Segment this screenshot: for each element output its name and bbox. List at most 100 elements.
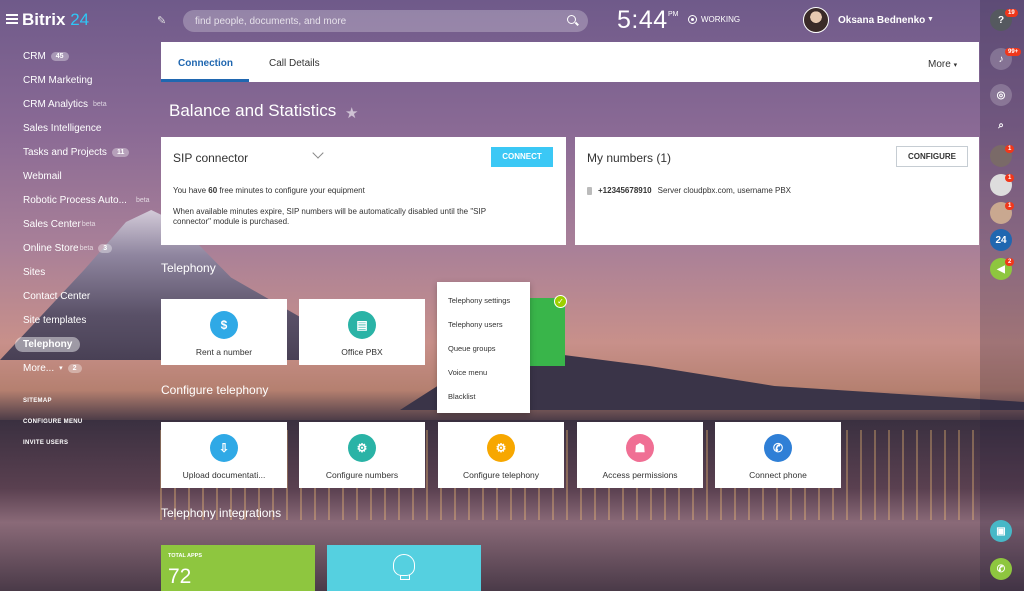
- phone-dollar-icon: $: [210, 311, 238, 339]
- total-apps-count: 72: [168, 565, 192, 588]
- total-apps-label: TOTAL APPS: [168, 553, 203, 559]
- invite-users-link[interactable]: INVITE USERS: [23, 440, 68, 446]
- count-badge: 45: [50, 51, 69, 61]
- phone-number-row: +12345678910 Server cloudpbx.com, userna…: [587, 186, 791, 195]
- sidebar-item-crm-analytics[interactable]: CRM Analytics beta: [23, 97, 107, 111]
- tab-call-details[interactable]: Call Details: [269, 58, 320, 69]
- sidebar-item-online-store[interactable]: Online Store beta 3: [23, 241, 113, 255]
- free-minutes-text: You have 60 free minutes to configure yo…: [173, 186, 365, 195]
- lightbulb-icon: [393, 554, 415, 580]
- sidebar-item-sites[interactable]: Sites: [23, 265, 45, 279]
- server-info: Server cloudpbx.com, username PBX: [657, 186, 792, 195]
- menu-item-queue-groups[interactable]: Queue groups: [448, 344, 496, 353]
- right-rail: ? ♪ ◎ ⌕ 24 ◀ ▣ ✆: [980, 0, 1024, 591]
- sidebar-item-crm[interactable]: CRM 45: [23, 49, 69, 63]
- caret-down-icon[interactable]: ▼: [927, 16, 934, 23]
- integrations-section-title: Telephony integrations: [161, 506, 282, 520]
- phone-icon[interactable]: ✆: [990, 558, 1012, 580]
- my-numbers-card: My numbers (1) CONFIGURE +12345678910 Se…: [575, 137, 979, 245]
- app-logo[interactable]: Bitrix 24: [22, 10, 89, 30]
- top-bar: Bitrix 24 ✎ 5:44 PM WORKING Oksana Bedne…: [0, 0, 1024, 42]
- hamburger-menu-icon[interactable]: [6, 14, 18, 24]
- clock-time[interactable]: 5:44: [617, 6, 668, 35]
- sidebar-item-crm-marketing[interactable]: CRM Marketing: [23, 73, 92, 87]
- pbx-icon: ▤: [348, 311, 376, 339]
- configure-section-title: Configure telephony: [161, 383, 269, 397]
- sip-connector-title[interactable]: SIP connector: [173, 151, 248, 165]
- tile-label: Rent a number: [195, 347, 253, 357]
- sidebar-item-more[interactable]: More... ▾ 2: [23, 361, 82, 375]
- phone-small-icon: [587, 186, 592, 195]
- work-status[interactable]: WORKING: [688, 15, 740, 24]
- notifications-badge: 99+: [1005, 48, 1022, 56]
- sidebar-item-telephony[interactable]: Telephony: [15, 337, 81, 352]
- active-tab-indicator: [161, 79, 249, 82]
- sidebar-item-sales-center[interactable]: Sales Center beta: [23, 217, 95, 231]
- gear-phone-icon: ⚙: [348, 434, 376, 462]
- check-icon: ✓: [554, 295, 567, 308]
- tabs-bar: Connection Call Details More ▾: [161, 42, 979, 82]
- menu-item-telephony-settings[interactable]: Telephony settings: [448, 296, 510, 305]
- total-apps-tile[interactable]: TOTAL APPS 72: [161, 545, 315, 591]
- menu-item-blacklist[interactable]: Blacklist: [448, 392, 476, 401]
- sidebar-item-site-templates[interactable]: Site templates: [23, 313, 86, 327]
- clock-ampm: PM: [668, 11, 679, 18]
- office-pbx-tile[interactable]: ▤ Office PBX: [299, 299, 425, 365]
- tile-label: Upload documentati...: [182, 470, 266, 480]
- star-icon[interactable]: ★: [345, 104, 358, 122]
- sidebar-item-rpa[interactable]: Robotic Process Auto... beta: [23, 193, 150, 207]
- pencil-icon[interactable]: ✎: [157, 14, 166, 27]
- user-avatar[interactable]: [803, 7, 829, 33]
- upload-icon: ⇩: [210, 434, 238, 462]
- configure-menu-link[interactable]: CONFIGURE MENU: [23, 419, 83, 425]
- rent-number-tile[interactable]: $ Rent a number: [161, 299, 287, 365]
- configure-telephony-tile[interactable]: ⚙ Configure telephony: [438, 422, 564, 488]
- page-title: Balance and Statistics: [169, 101, 337, 120]
- phone-number: +12345678910: [598, 186, 652, 195]
- sidebar-item-contact-center[interactable]: Contact Center: [23, 289, 90, 303]
- sitemap-link[interactable]: SITEMAP: [23, 398, 52, 404]
- sip-notice-line2: connector" module is purchased.: [173, 217, 290, 226]
- user-name[interactable]: Oksana Bednenko: [838, 15, 925, 26]
- chat-icon[interactable]: ◎: [990, 84, 1012, 106]
- tile-label: Access permissions: [602, 470, 678, 480]
- configure-numbers-tile[interactable]: ⚙ Configure numbers: [299, 422, 425, 488]
- caret-down-icon: ▾: [59, 365, 63, 372]
- plug-phone-icon: ✆: [764, 434, 792, 462]
- tab-more[interactable]: More ▾: [928, 59, 957, 70]
- tile-label: Configure numbers: [325, 470, 399, 480]
- tile-label: Configure telephony: [462, 470, 540, 480]
- sidebar-item-webmail[interactable]: Webmail: [23, 169, 62, 183]
- sidebar-item-tasks[interactable]: Tasks and Projects 11: [23, 145, 130, 159]
- tile-label: Office PBX: [341, 347, 383, 357]
- idea-tile[interactable]: [327, 545, 481, 591]
- tile-label: Connect phone: [749, 470, 807, 480]
- menu-item-telephony-users[interactable]: Telephony users: [448, 320, 503, 329]
- green-tile[interactable]: [530, 298, 565, 366]
- tab-connection[interactable]: Connection: [178, 58, 233, 69]
- sidebar-item-sales-intelligence[interactable]: Sales Intelligence: [23, 121, 101, 135]
- work-status-label: WORKING: [701, 15, 741, 24]
- search-input[interactable]: [195, 13, 555, 29]
- telephony-section-title: Telephony: [161, 261, 216, 275]
- count-badge: 11: [111, 147, 130, 157]
- search-icon[interactable]: ⌕: [990, 114, 1012, 136]
- search-icon[interactable]: [567, 15, 576, 24]
- sip-connector-card: SIP connector CONNECT You have 60 free m…: [161, 137, 566, 245]
- telephony-dropdown-menu: Telephony settings Telephony users Queue…: [437, 282, 530, 413]
- search-bar[interactable]: [183, 10, 588, 32]
- configure-button[interactable]: CONFIGURE: [896, 146, 968, 167]
- connect-button[interactable]: CONNECT: [491, 147, 553, 167]
- bitrix24-icon[interactable]: 24: [990, 229, 1012, 251]
- chevron-down-icon[interactable]: [312, 147, 324, 159]
- connect-phone-tile[interactable]: ✆ Connect phone: [715, 422, 841, 488]
- upload-documentation-tile[interactable]: ⇩ Upload documentati...: [161, 422, 287, 488]
- access-permissions-tile[interactable]: ☗ Access permissions: [577, 422, 703, 488]
- lock-user-icon: ☗: [626, 434, 654, 462]
- settings-icon: ⚙: [487, 434, 515, 462]
- widget-icon[interactable]: ▣: [990, 520, 1012, 542]
- status-dot-icon: [688, 15, 697, 24]
- count-badge: 3: [98, 243, 113, 253]
- sip-notice-line1: When available minutes expire, SIP numbe…: [173, 207, 487, 216]
- menu-item-voice-menu[interactable]: Voice menu: [448, 368, 487, 377]
